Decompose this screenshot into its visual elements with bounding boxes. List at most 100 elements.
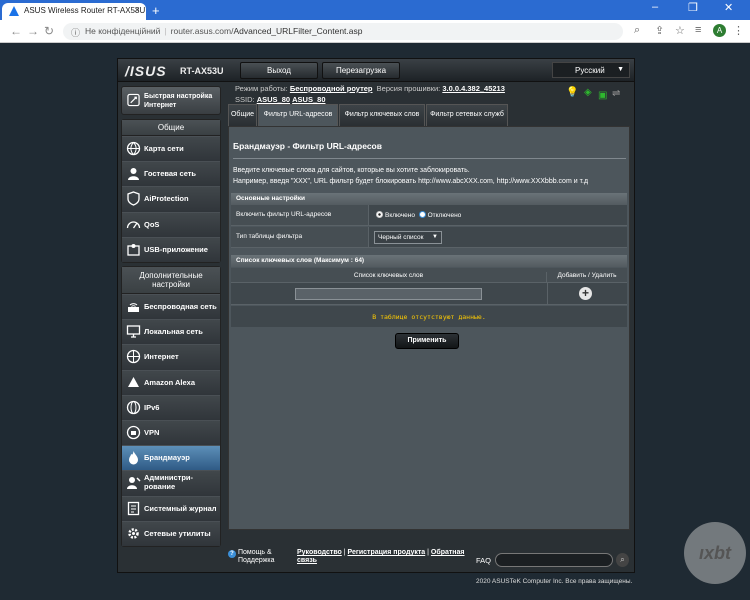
sidebar-item-network-map[interactable]: Карта сети — [122, 136, 220, 162]
browser-tab[interactable]: ASUS Wireless Router RT-AX53U × — [2, 3, 146, 20]
add-keyword-icon[interactable]: + — [579, 287, 592, 300]
router-footer: ? Помощь & Поддержка Руководство | Регист… — [118, 548, 634, 572]
quick-setup-label: Быстрая настройка Интернет — [144, 93, 213, 109]
radio-disabled[interactable] — [418, 211, 426, 218]
zoom-icon[interactable]: ⌕ — [634, 24, 640, 37]
sidebar-item-alexa[interactable]: Amazon Alexa — [122, 369, 220, 395]
tab-url-filter[interactable]: Фильтр URL-адресов — [258, 104, 338, 126]
sidebar-item-firewall[interactable]: Брандмауэр — [122, 445, 220, 471]
chevron-down-icon: ▼ — [617, 66, 624, 73]
lightbulb-icon[interactable]: 💡 — [566, 87, 578, 98]
sidebar-item-vpn[interactable]: VPN — [122, 419, 220, 446]
table-type-row: Тип таблицы фильтра Черный список ▼ — [231, 227, 627, 248]
description-line-2: Например, введя "XXX", URL фильтр будет … — [233, 178, 589, 185]
quick-setup-button[interactable]: Быстрая настройка Интернет — [121, 86, 221, 115]
speedometer-icon — [126, 220, 141, 228]
url-field[interactable]: ⓘ Не конфіденційний | router.asus.com/Adva… — [63, 23, 623, 40]
language-select[interactable]: Русский ▼ — [552, 62, 630, 78]
logout-button[interactable]: Выход — [240, 62, 318, 79]
language-value: Русский — [575, 66, 605, 75]
nav-advanced: Дополнительные настройки Беспроводная се… — [121, 266, 221, 547]
sidebar-item-label: Брандмауэр — [144, 453, 190, 463]
sidebar-item-system-log[interactable]: Системный журнал — [122, 495, 220, 521]
wireless-icon — [128, 303, 139, 312]
sidebar-item-label: QoS — [144, 219, 160, 229]
sidebar-item-label: AiProtection — [144, 194, 189, 204]
security-warning: Не конфіденційний — [85, 26, 161, 36]
empty-table-message: В таблице отсутствуют данные. — [231, 306, 627, 327]
sidebar-item-aiprotection[interactable]: AiProtection — [122, 186, 220, 212]
menu-icon[interactable]: ⋮ — [733, 24, 744, 37]
enable-radio-group: Включено Отключено — [376, 211, 461, 219]
firmware-link[interactable]: 3.0.0.4.382_45213 — [442, 84, 505, 93]
sidebar-item-network-tools[interactable]: Сетевые утилиты — [122, 520, 220, 546]
new-tab-icon[interactable]: + — [152, 3, 160, 18]
router-header: /ISUS RT-AX53U Выход Перезагрузка Русски… — [118, 59, 634, 82]
chevron-down-icon: ▼ — [432, 234, 438, 240]
ssid-link-1[interactable]: ASUS_80 — [257, 95, 290, 104]
profile-avatar[interactable]: A — [713, 24, 726, 37]
bookmark-star-icon[interactable]: ☆ — [675, 24, 685, 37]
sidebar-item-qos[interactable]: QoS — [122, 211, 220, 237]
network-icon[interactable]: ▣ — [598, 90, 607, 101]
sidebar-item-wireless[interactable]: Беспроводная сеть — [122, 294, 220, 320]
apply-button[interactable]: Применить — [395, 333, 459, 349]
watermark-logo: ıxbt — [684, 522, 746, 584]
ssid-link-2[interactable]: ASUS_80 — [292, 95, 325, 104]
radio-enabled-label: Включено — [385, 212, 415, 219]
url-path: Advanced_URLFilter_Content.asp — [233, 26, 363, 36]
minimize-icon[interactable]: – — [652, 1, 658, 13]
table-type-select[interactable]: Черный список ▼ — [374, 231, 442, 244]
content-panel: Брандмауэр - Фильтр URL-адресов Введите … — [228, 126, 630, 530]
tab-title: ASUS Wireless Router RT-AX53U — [24, 6, 146, 15]
faq-label: FAQ — [476, 556, 492, 565]
help-label: Помощь & Поддержка — [238, 549, 275, 564]
shield-icon — [127, 191, 140, 207]
footer-links: Руководство | Регистрация продукта | Обр… — [297, 549, 465, 564]
sidebar-item-label: IPv6 — [144, 402, 160, 412]
maximize-icon[interactable]: ❐ — [688, 1, 698, 14]
firewall-icon — [129, 451, 138, 465]
back-icon[interactable]: ← — [10, 24, 22, 38]
tab-close-icon[interactable]: × — [134, 5, 140, 16]
reading-list-icon[interactable]: ≡ — [695, 24, 701, 36]
help-support-link[interactable]: ? Помощь & Поддержка — [228, 549, 280, 565]
mode-link[interactable]: Беспроводной роутер — [290, 84, 373, 93]
wifi-icon[interactable]: ◈ — [584, 87, 592, 98]
sidebar-item-ipv6[interactable]: IPv6 — [122, 394, 220, 420]
forward-icon[interactable]: → — [27, 24, 39, 38]
search-icon[interactable]: ⌕ — [616, 553, 629, 567]
guest-icon — [128, 168, 139, 181]
tab-keyword-filter[interactable]: Фильтр ключевых слов — [339, 104, 425, 126]
help-icon: ? — [228, 550, 236, 558]
sidebar-item-guest-network[interactable]: Гостевая сеть — [122, 161, 220, 187]
registration-link[interactable]: Регистрация продукта — [348, 549, 426, 556]
share-icon[interactable]: ⇪ — [655, 24, 664, 37]
reload-icon[interactable]: ↻ — [44, 24, 54, 38]
sidebar-item-label: USB-приложение — [144, 244, 208, 254]
basic-settings-header: Основные настройки — [231, 193, 627, 205]
radio-enabled[interactable] — [376, 211, 383, 218]
sidebar-item-usb-app[interactable]: USB-приложение — [122, 236, 220, 262]
sidebar-item-label: Интернет — [144, 352, 179, 362]
tab-general[interactable]: Общие — [228, 104, 257, 126]
sidebar-item-wan[interactable]: Интернет — [122, 344, 220, 370]
page-title: Брандмауэр - Фильтр URL-адресов — [233, 141, 382, 151]
asus-favicon-icon — [9, 6, 19, 16]
reboot-button[interactable]: Перезагрузка — [322, 62, 400, 79]
status-line-mode: Режим работы: Беспроводной роутер Версия… — [235, 84, 505, 93]
manual-link[interactable]: Руководство — [297, 549, 342, 556]
nav-general: Общие Карта сети Гостевая сеть AiProtect… — [121, 119, 221, 263]
sidebar-item-lan[interactable]: Локальная сеть — [122, 319, 220, 345]
ssid-label: SSID: — [235, 95, 255, 104]
keyword-input[interactable] — [295, 288, 482, 300]
copyright: 2020 ASUSTeK Computer Inc. Все права защ… — [476, 578, 633, 585]
tab-service-filter[interactable]: Фильтр сетевых служб — [426, 104, 508, 126]
status-line-ssid: SSID: ASUS_80 ASUS_80 — [235, 95, 326, 104]
usb-icon[interactable]: ⇌ — [612, 88, 620, 99]
globe-icon — [126, 350, 141, 364]
sidebar-item-administration[interactable]: Администри-рование — [122, 470, 220, 496]
alexa-icon — [128, 376, 139, 387]
faq-search-input[interactable] — [495, 553, 613, 567]
window-close-icon[interactable]: ✕ — [724, 1, 733, 14]
